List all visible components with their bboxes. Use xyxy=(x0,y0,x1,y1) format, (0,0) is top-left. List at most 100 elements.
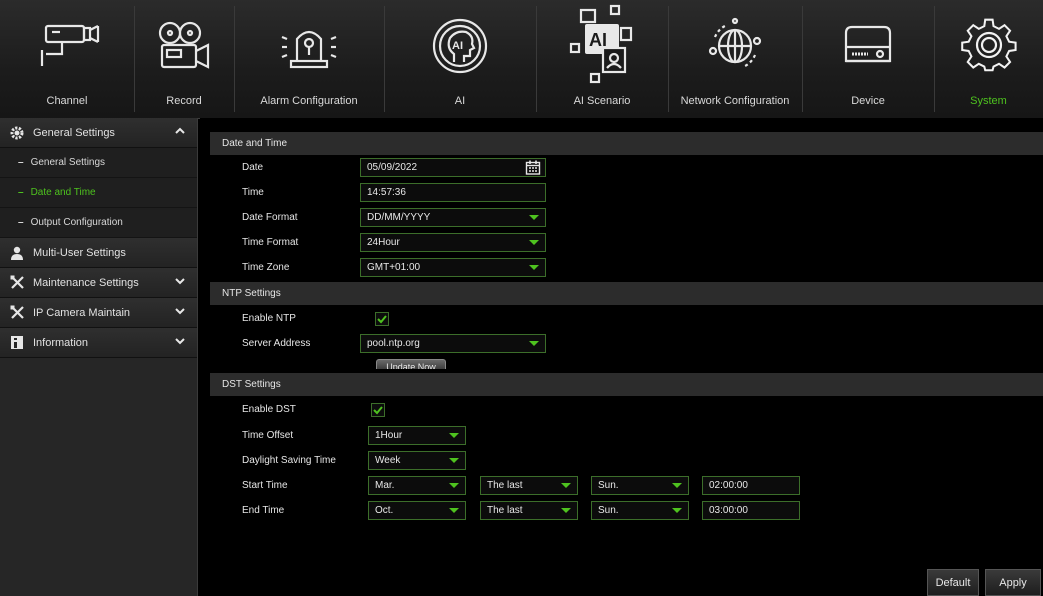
calendar-icon[interactable] xyxy=(525,160,541,175)
sidebar-item-label: General Settings xyxy=(30,157,106,168)
end-time-value: 03:00:00 xyxy=(709,505,748,516)
start-month-dropdown[interactable]: Mar. xyxy=(368,476,466,495)
nav-device[interactable]: Device xyxy=(802,0,934,118)
daylight-saving-time-label: Daylight Saving Time xyxy=(242,455,336,466)
end-week-value: The last xyxy=(487,505,523,516)
nav-network-configuration[interactable]: Network Configuration xyxy=(668,0,802,118)
end-week-dropdown[interactable]: The last xyxy=(480,501,578,520)
enable-ntp-checkbox[interactable] xyxy=(375,312,389,326)
nav-system[interactable]: System xyxy=(934,0,1043,118)
dropdown-arrow-icon xyxy=(523,209,545,226)
nav-ai-scenario-label: AI Scenario xyxy=(573,95,631,107)
end-day-dropdown[interactable]: Sun. xyxy=(591,501,689,520)
nav-device-label: Device xyxy=(851,95,885,107)
dropdown-arrow-icon xyxy=(523,234,545,251)
sidebar: General Settings – General Settings – Da… xyxy=(0,118,198,596)
gear-icon xyxy=(9,125,25,141)
dropdown-arrow-icon xyxy=(666,477,688,494)
film-camera-icon xyxy=(134,14,234,78)
nav-ai[interactable]: AI AI xyxy=(384,0,536,118)
start-week-dropdown[interactable]: The last xyxy=(480,476,578,495)
apply-button[interactable]: Apply xyxy=(985,569,1041,596)
sidebar-group-label: Multi-User Settings xyxy=(33,246,126,259)
start-time-field[interactable]: 02:00:00 xyxy=(702,476,800,495)
sidebar-item-general-settings[interactable]: – General Settings xyxy=(0,148,197,178)
tools-icon xyxy=(9,305,25,321)
dropdown-arrow-icon xyxy=(555,502,577,519)
nav-alarm-configuration[interactable]: Alarm Configuration xyxy=(234,0,384,118)
time-format-dropdown[interactable]: 24Hour xyxy=(360,233,546,252)
dropdown-arrow-icon xyxy=(443,502,465,519)
sidebar-group-ip-camera-maintain[interactable]: IP Camera Maintain xyxy=(0,298,197,328)
nav-channel[interactable]: Channel xyxy=(0,0,134,118)
sidebar-item-label: Output Configuration xyxy=(30,217,123,228)
enable-dst-checkbox[interactable] xyxy=(371,403,385,417)
start-month-value: Mar. xyxy=(375,480,395,491)
camera-icon xyxy=(0,14,134,78)
date-label: Date xyxy=(242,162,264,173)
sidebar-item-label: Date and Time xyxy=(30,187,96,198)
time-zone-dropdown[interactable]: GMT+01:00 xyxy=(360,258,546,277)
time-offset-dropdown[interactable]: 1Hour xyxy=(368,426,466,445)
date-field[interactable]: 05/09/2022 xyxy=(360,158,546,177)
date-format-dropdown[interactable]: DD/MM/YYYY xyxy=(360,208,546,227)
dropdown-arrow-icon xyxy=(555,477,577,494)
nav-system-label: System xyxy=(970,95,1007,107)
sidebar-group-label: IP Camera Maintain xyxy=(33,306,131,319)
sidebar-group-label: Information xyxy=(33,336,89,349)
dropdown-arrow-icon xyxy=(523,335,545,352)
time-field[interactable]: 14:57:36 xyxy=(360,183,546,202)
end-day-value: Sun. xyxy=(598,505,619,516)
globe-network-icon xyxy=(668,14,802,78)
end-time-label: End Time xyxy=(242,505,285,516)
time-zone-value: GMT+01:00 xyxy=(367,262,421,273)
nav-record[interactable]: Record xyxy=(134,0,234,118)
sidebar-group-label: Maintenance Settings xyxy=(33,276,139,289)
time-value: 14:57:36 xyxy=(367,187,406,198)
server-address-label: Server Address xyxy=(242,338,311,349)
time-label: Time xyxy=(242,187,264,198)
enable-ntp-label: Enable NTP xyxy=(242,313,296,324)
nav-ai-scenario[interactable]: AI AI Scenario xyxy=(536,0,668,118)
default-button[interactable]: Default xyxy=(927,569,979,596)
enable-dst-label: Enable DST xyxy=(242,404,296,415)
date-format-label: Date Format xyxy=(242,212,298,223)
sidebar-group-information[interactable]: Information xyxy=(0,328,197,358)
ai-head-icon: AI xyxy=(384,14,536,78)
time-format-label: Time Format xyxy=(242,237,299,248)
user-icon xyxy=(9,245,25,261)
dropdown-arrow-icon xyxy=(666,502,688,519)
info-icon xyxy=(9,335,25,351)
tools-icon xyxy=(9,275,25,291)
end-time-field[interactable]: 03:00:00 xyxy=(702,501,800,520)
nav-alarm-configuration-label: Alarm Configuration xyxy=(260,95,358,107)
nav-record-label: Record xyxy=(166,95,202,107)
time-offset-value: 1Hour xyxy=(375,430,403,441)
main-panel: Date and Time Date 05/09/2022 Time 14:57… xyxy=(200,118,1043,596)
sidebar-item-date-and-time[interactable]: – Date and Time xyxy=(0,178,197,208)
start-time-label: Start Time xyxy=(242,480,288,491)
time-zone-label: Time Zone xyxy=(242,262,290,273)
start-day-dropdown[interactable]: Sun. xyxy=(591,476,689,495)
dropdown-arrow-icon xyxy=(443,427,465,444)
date-format-value: DD/MM/YYYY xyxy=(367,212,431,223)
daylight-saving-mode-dropdown[interactable]: Week xyxy=(368,451,466,470)
dropdown-arrow-icon xyxy=(443,477,465,494)
section-header-ntp-settings: NTP Settings xyxy=(210,282,1043,305)
sidebar-group-label: General Settings xyxy=(33,126,115,139)
svg-text:AI: AI xyxy=(452,40,463,52)
sidebar-item-output-configuration[interactable]: – Output Configuration xyxy=(0,208,197,238)
top-navigation-bar: Channel Record Alarm Configuration AI AI… xyxy=(0,0,1043,119)
sidebar-group-multi-user-settings[interactable]: Multi-User Settings xyxy=(0,238,197,268)
update-now-button[interactable]: Update Now xyxy=(376,359,446,369)
sidebar-group-maintenance-settings[interactable]: Maintenance Settings xyxy=(0,268,197,298)
alarm-siren-icon xyxy=(234,14,384,78)
sidebar-group-general-settings[interactable]: General Settings xyxy=(0,118,197,148)
date-value: 05/09/2022 xyxy=(367,162,418,173)
server-address-dropdown[interactable]: pool.ntp.org xyxy=(360,334,546,353)
end-month-dropdown[interactable]: Oct. xyxy=(368,501,466,520)
server-address-value: pool.ntp.org xyxy=(367,338,420,349)
dropdown-arrow-icon xyxy=(523,259,545,276)
start-time-value: 02:00:00 xyxy=(709,480,748,491)
start-day-value: Sun. xyxy=(598,480,619,491)
